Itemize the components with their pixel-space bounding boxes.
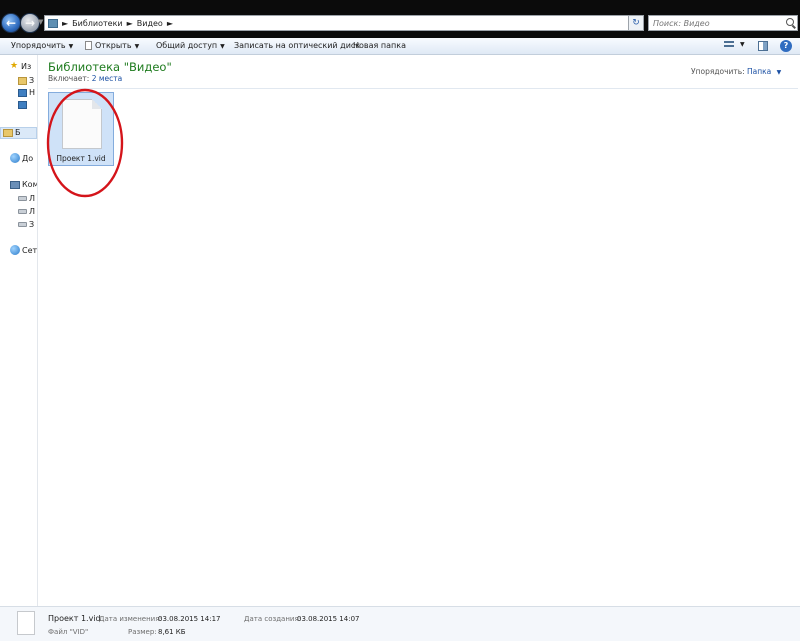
downloads-icon xyxy=(18,76,27,85)
new-folder-button[interactable]: Новая папка xyxy=(353,41,406,50)
open-label: Открыть xyxy=(95,41,132,50)
change-view-button[interactable] xyxy=(724,41,736,51)
details-modified-label: Дата изменения: xyxy=(99,615,162,623)
share-button[interactable]: Общий доступ ▼ xyxy=(156,41,225,50)
chevron-down-icon: ▼ xyxy=(776,69,782,76)
details-pane: Проект 1.vid Файл "VID" Дата изменения: … xyxy=(0,606,800,641)
view-icon-line xyxy=(724,45,734,47)
nav-item-label: Н xyxy=(29,88,36,97)
homegroup-icon xyxy=(10,153,20,163)
drive-icon xyxy=(18,222,27,227)
details-size-label: Размер: xyxy=(128,628,157,636)
includes-link[interactable]: 2 места xyxy=(92,74,123,83)
divider xyxy=(48,88,798,89)
nav-item-computer[interactable]: Ком xyxy=(10,180,38,189)
library-includes: Включает: 2 места xyxy=(48,74,122,83)
arrow-left-icon: ← xyxy=(5,16,17,30)
view-icon xyxy=(724,41,734,43)
nav-item-label: Л xyxy=(29,194,36,203)
nav-item-label: З xyxy=(29,220,35,229)
star-icon: ★ xyxy=(10,61,19,71)
file-icon xyxy=(62,99,102,149)
nav-item-drive-1[interactable]: Л xyxy=(18,194,35,203)
help-icon: ? xyxy=(783,41,789,50)
arrange-by-value: Папка xyxy=(747,67,772,76)
search-input[interactable] xyxy=(649,16,781,30)
network-icon xyxy=(10,245,20,255)
nav-item-downloads[interactable]: З xyxy=(18,76,34,85)
nav-item-label: Ком xyxy=(22,180,38,189)
refresh-icon: ↻ xyxy=(632,18,640,28)
recent-places-icon xyxy=(18,101,27,109)
command-bar: Упорядочить ▼ Открыть ▼ Общий доступ ▼ Запи… xyxy=(0,38,800,55)
nav-item-desktop[interactable]: Н xyxy=(18,88,35,97)
back-button[interactable]: ← xyxy=(1,13,21,33)
drive-icon xyxy=(18,209,27,214)
nav-item-favorites[interactable]: ★ Из xyxy=(10,61,31,71)
chevron-right-icon[interactable]: ► xyxy=(167,19,173,28)
library-icon xyxy=(48,18,58,28)
document-icon xyxy=(85,41,92,50)
chevron-down-icon[interactable]: ▼ xyxy=(740,41,745,48)
nav-item-label: Сет xyxy=(22,245,38,255)
organize-label: Упорядочить xyxy=(11,41,66,50)
details-file-type: Файл "VID" xyxy=(48,628,89,636)
file-icon xyxy=(17,611,35,635)
nav-item-network[interactable]: Сет xyxy=(10,245,37,255)
arrange-by-dropdown[interactable]: Папка ▼ xyxy=(747,67,781,76)
chevron-down-icon: ▼ xyxy=(134,43,140,50)
libraries-icon xyxy=(3,128,13,137)
address-bar: ← → ▼ ► Библиотеки ► Видео ► ▼ ↻ xyxy=(0,0,800,38)
nav-item-libraries[interactable]: Б xyxy=(3,128,21,137)
refresh-button[interactable]: ↻ xyxy=(628,15,644,31)
arrange-by-label: Упорядочить: xyxy=(691,67,745,76)
open-button[interactable]: Открыть ▼ xyxy=(85,41,139,50)
details-created-label: Дата создания: xyxy=(244,615,302,623)
nav-item-label: Б xyxy=(15,128,21,137)
search-box[interactable] xyxy=(648,15,798,31)
nav-item-drive-2[interactable]: Л xyxy=(18,207,35,216)
new-folder-label: Новая папка xyxy=(353,41,406,50)
forward-button[interactable]: → xyxy=(20,13,40,33)
drive-icon xyxy=(18,196,27,201)
details-modified-value: 03.08.2015 14:17 xyxy=(158,615,221,623)
burn-label: Записать на оптический диск xyxy=(234,41,361,50)
chevron-down-icon: ▼ xyxy=(220,43,225,50)
library-title: Библиотека "Видео" xyxy=(48,60,172,74)
share-label: Общий доступ xyxy=(156,41,218,50)
includes-label: Включает: xyxy=(48,74,90,83)
nav-item-label: До xyxy=(22,153,34,163)
arrow-right-icon: → xyxy=(24,16,36,30)
chevron-right-icon[interactable]: ► xyxy=(127,19,133,28)
breadcrumb[interactable]: ► Библиотеки ► Видео ► ▼ xyxy=(44,15,642,31)
file-item[interactable]: Проект 1.vid xyxy=(48,92,114,166)
details-size-value: 8,61 КБ xyxy=(158,628,186,636)
nav-item-homegroup[interactable]: До xyxy=(10,153,33,163)
nav-item-recent[interactable] xyxy=(18,101,29,109)
computer-icon xyxy=(10,180,20,189)
details-file-name: Проект 1.vid xyxy=(48,614,101,623)
search-icon[interactable] xyxy=(786,18,794,26)
nav-item-drive-3[interactable]: З xyxy=(18,220,34,229)
help-button[interactable]: ? xyxy=(780,40,792,52)
organize-button[interactable]: Упорядочить ▼ xyxy=(11,41,73,50)
nav-item-label: З xyxy=(29,76,35,85)
chevron-down-icon: ▼ xyxy=(68,43,74,50)
desktop-icon xyxy=(18,88,27,97)
breadcrumb-item-libraries[interactable]: Библиотеки xyxy=(72,19,122,28)
file-name: Проект 1.vid xyxy=(56,154,106,163)
recent-pages-dropdown[interactable]: ▼ xyxy=(38,18,43,26)
nav-item-label: Л xyxy=(29,207,36,216)
breadcrumb-item-video[interactable]: Видео xyxy=(137,19,163,28)
nav-item-label: Из xyxy=(21,61,32,71)
chevron-right-icon[interactable]: ► xyxy=(62,19,68,28)
content-area: Библиотека "Видео" Включает: 2 места Упо… xyxy=(38,55,800,606)
navigation-pane: ★ Из З Н Б До Ком Л Л З Сет xyxy=(0,55,38,606)
details-created-value: 03.08.2015 14:07 xyxy=(297,615,360,623)
burn-button[interactable]: Записать на оптический диск xyxy=(234,41,360,50)
preview-pane-button[interactable] xyxy=(758,41,768,51)
